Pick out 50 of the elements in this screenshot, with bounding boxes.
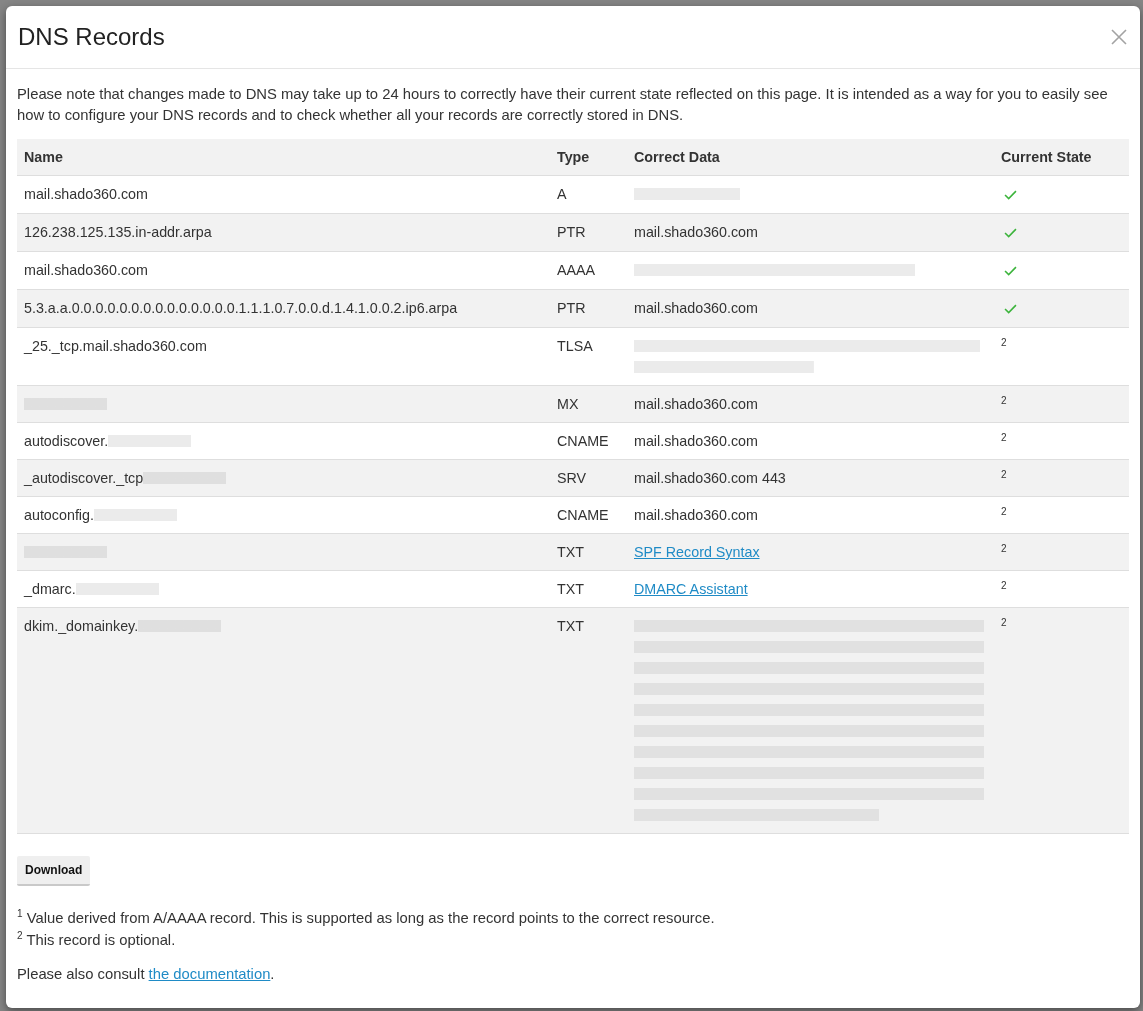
record-data: mail.shado360.com bbox=[634, 396, 758, 412]
record-type: MX bbox=[557, 396, 579, 412]
record-type: TXT bbox=[557, 581, 584, 597]
column-header: Correct Data bbox=[627, 139, 994, 176]
record-name: autoconfig. bbox=[24, 507, 94, 523]
record-name: _dmarc. bbox=[24, 581, 76, 597]
column-header: Current State bbox=[994, 139, 1129, 176]
record-type: TXT bbox=[557, 544, 584, 560]
record-type: TXT bbox=[557, 618, 584, 634]
record-data: mail.shado360.com bbox=[634, 224, 758, 240]
record-data: mail.shado360.com bbox=[634, 507, 758, 523]
record-name: 126.238.125.135.in-addr.arpa bbox=[24, 224, 212, 240]
footnote-mark: 2 bbox=[1001, 432, 1007, 444]
footnote-mark: 2 bbox=[1001, 337, 1007, 349]
footnote-mark: 2 bbox=[1001, 617, 1007, 629]
close-icon bbox=[1111, 29, 1127, 45]
record-type: A bbox=[557, 186, 567, 202]
record-type: PTR bbox=[557, 300, 586, 316]
record-name: autodiscover. bbox=[24, 433, 109, 449]
intro-text: Please note that changes made to DNS may take up to 24 hours to correctly have their current state reflected on this page. It is intended as a way for you to easily see how to configure your DNS records and to check whether all your records are correctly stored in DNS. bbox=[17, 85, 1109, 125]
help-link[interactable]: DMARC Assistant bbox=[634, 581, 748, 597]
footnote-mark: 2 bbox=[1001, 580, 1007, 592]
record-type: TLSA bbox=[557, 338, 593, 354]
footnote-mark: 2 bbox=[1001, 543, 1007, 555]
record-data: mail.shado360.com 443 bbox=[634, 470, 786, 486]
record-name: 5.3.a.a.0.0.0.0.0.0.0.0.0.0.0.0.0.0.1.1.1.0.7.0.0.d.1.4.1.0.0.2.ip6.arpa bbox=[24, 300, 458, 316]
column-header: Name bbox=[17, 139, 550, 176]
record-type: SRV bbox=[557, 470, 587, 486]
help-link[interactable]: SPF Record Syntax bbox=[634, 544, 760, 560]
record-name: _autodiscover._tcp bbox=[24, 470, 144, 486]
dialog-title: DNS Records bbox=[18, 22, 165, 52]
record-name: dkim._domainkey. bbox=[24, 618, 139, 634]
record-type: CNAME bbox=[557, 507, 609, 523]
record-type: PTR bbox=[557, 224, 586, 240]
record-type: AAAA bbox=[557, 262, 596, 278]
download-button[interactable]: Download bbox=[17, 856, 91, 886]
column-header: Type bbox=[550, 139, 627, 176]
footnote-mark: 2 bbox=[1001, 506, 1007, 518]
consult-text: Please also consult the documentation. bbox=[17, 965, 276, 984]
footnote-text: $^{1}$ Value derived from A/AAAA record. This is supported as long as the record points to the correct resource. bbox=[17, 907, 716, 928]
record-data: mail.shado360.com bbox=[634, 433, 758, 449]
footnote-text: $^{2}$ This record is optional. bbox=[17, 929, 177, 950]
close-button[interactable] bbox=[1111, 29, 1127, 45]
record-name: mail.shado360.com bbox=[24, 262, 148, 278]
footnote-mark: 2 bbox=[1001, 469, 1007, 481]
record-name: _25._tcp.mail.shado360.com bbox=[24, 338, 207, 354]
record-type: CNAME bbox=[557, 433, 609, 449]
footnote-mark: 2 bbox=[1001, 395, 1007, 407]
record-name: mail.shado360.com bbox=[24, 186, 148, 202]
record-data: mail.shado360.com bbox=[634, 300, 758, 316]
